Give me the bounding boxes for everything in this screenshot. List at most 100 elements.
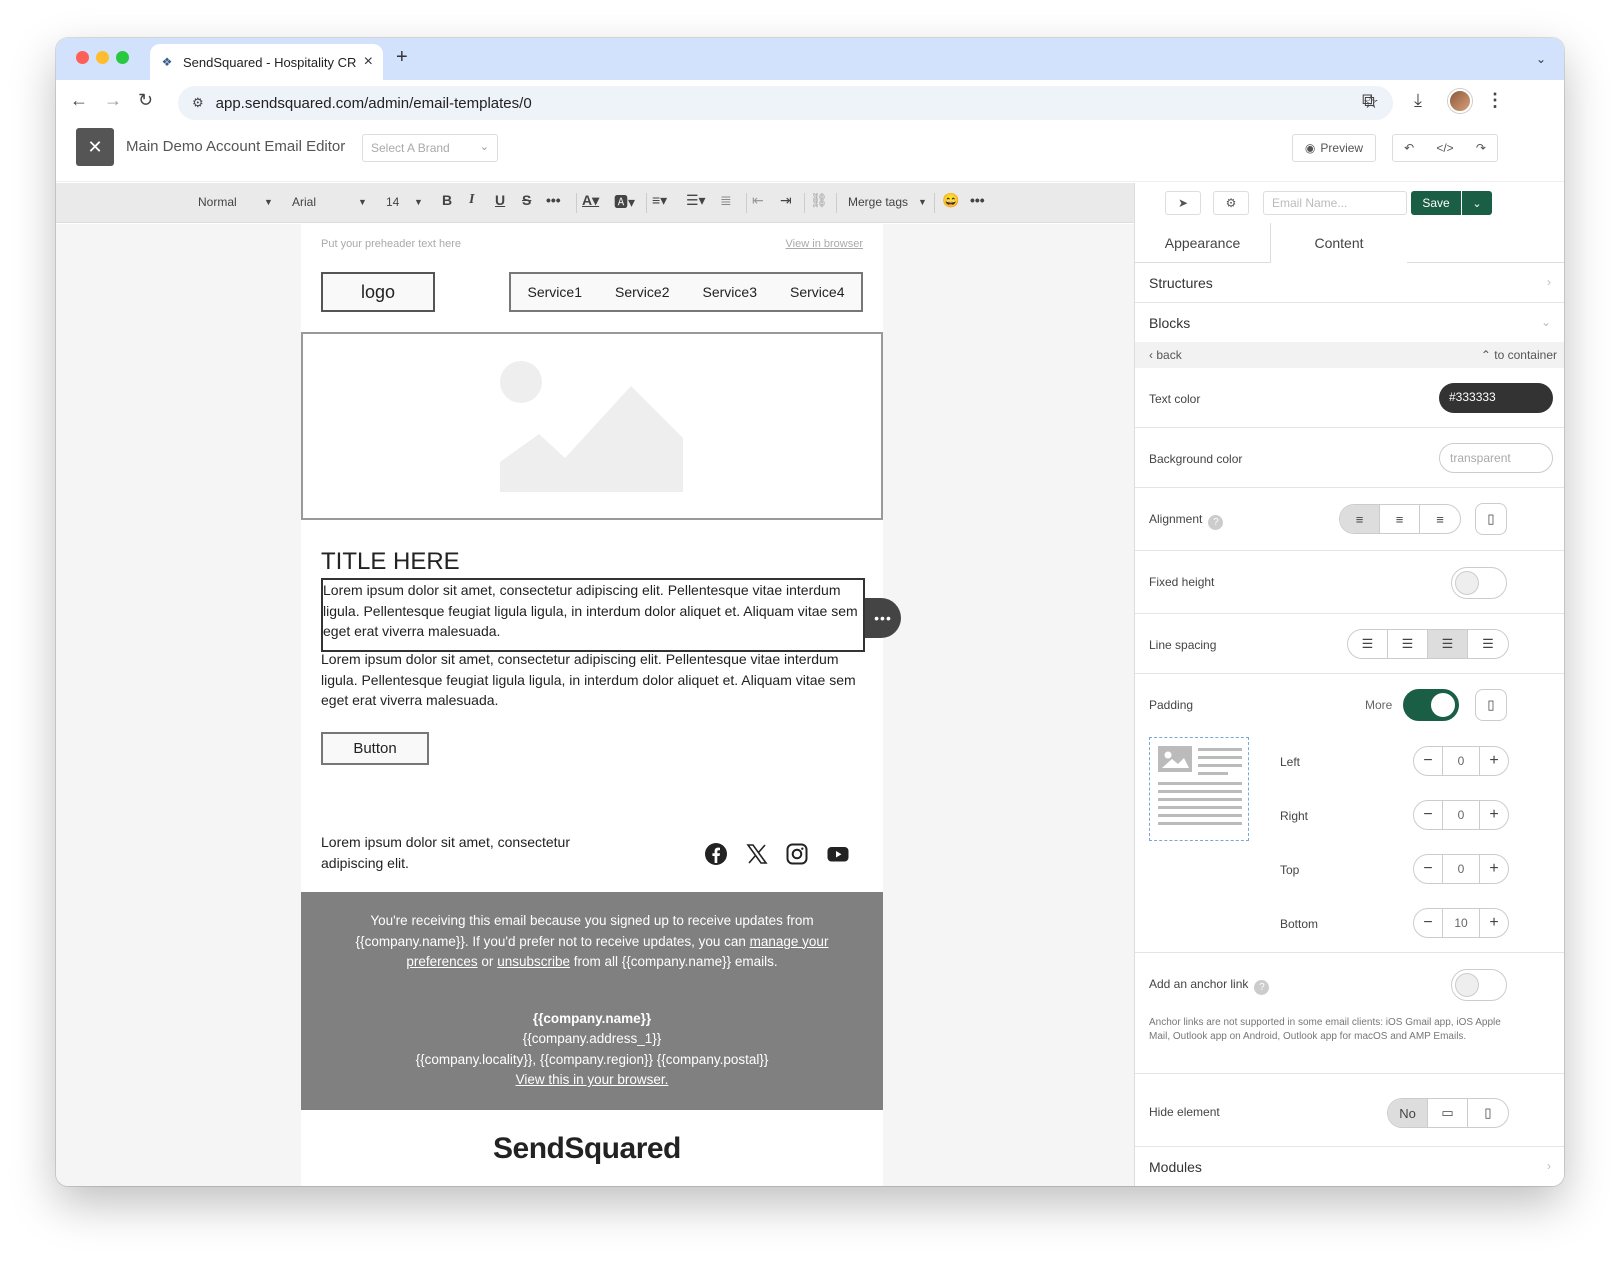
view-in-browser-link[interactable]: View in browser bbox=[786, 238, 863, 250]
plus-icon[interactable]: + bbox=[1480, 860, 1508, 878]
view-this-in-browser-link[interactable]: View this in your browser. bbox=[516, 1072, 669, 1087]
padding-right-value[interactable]: 0 bbox=[1442, 801, 1480, 829]
maximize-window-button[interactable] bbox=[116, 51, 129, 64]
outdent-icon[interactable]: ⇤ bbox=[752, 192, 764, 209]
bold-icon[interactable]: B bbox=[442, 192, 452, 208]
back-arrow-icon[interactable]: ← bbox=[70, 90, 88, 111]
minimize-window-button[interactable] bbox=[96, 51, 109, 64]
code-icon[interactable]: </> bbox=[1436, 141, 1453, 155]
merge-tags-dropdown-icon[interactable]: ▼ bbox=[918, 197, 927, 207]
extensions-icon[interactable]: ⧉ bbox=[1362, 90, 1375, 111]
paragraph-style-select[interactable]: Normal bbox=[198, 195, 237, 209]
minus-icon[interactable]: − bbox=[1414, 752, 1442, 770]
align-left-icon[interactable]: ≡ bbox=[1340, 505, 1380, 533]
tab-appearance[interactable]: Appearance bbox=[1135, 223, 1271, 263]
desktop-icon[interactable]: ▭ bbox=[1428, 1099, 1468, 1127]
padding-left-value[interactable]: 0 bbox=[1442, 747, 1480, 775]
align-icon[interactable]: ≡▾ bbox=[652, 192, 667, 209]
unsubscribe-link[interactable]: unsubscribe bbox=[497, 954, 570, 969]
forward-arrow-icon[interactable]: → bbox=[104, 90, 122, 111]
link-icon[interactable]: ⛓ bbox=[810, 192, 828, 209]
email-title[interactable]: TITLE HERE bbox=[321, 548, 460, 576]
more-formatting-icon[interactable]: ••• bbox=[546, 192, 561, 208]
preview-button[interactable]: ◉ Preview bbox=[1292, 134, 1376, 162]
plus-icon[interactable]: + bbox=[1480, 806, 1508, 824]
tab-search-chevron-icon[interactable]: ⌄ bbox=[1528, 46, 1554, 72]
minus-icon[interactable]: − bbox=[1414, 806, 1442, 824]
indent-icon[interactable]: ⇥ bbox=[780, 192, 792, 209]
back-button[interactable]: ‹ back bbox=[1149, 348, 1182, 362]
line-spacing-medium-icon[interactable]: ☰ bbox=[1428, 630, 1468, 658]
padding-more-toggle[interactable] bbox=[1403, 689, 1459, 721]
save-button[interactable]: Save bbox=[1411, 191, 1461, 215]
hero-image-placeholder[interactable] bbox=[301, 332, 883, 520]
menu-item-service1[interactable]: Service1 bbox=[528, 284, 582, 300]
font-dropdown-icon[interactable]: ▼ bbox=[358, 197, 367, 207]
blocks-section[interactable]: Blocks ⌄ bbox=[1135, 303, 1564, 343]
merge-tags-select[interactable]: Merge tags bbox=[848, 195, 908, 209]
browser-tab[interactable]: ❖ SendSquared - Hospitality CR × bbox=[150, 44, 383, 80]
italic-icon[interactable]: I bbox=[469, 192, 474, 208]
fixed-height-toggle[interactable] bbox=[1451, 567, 1507, 599]
text-color-picker[interactable]: #333333 bbox=[1439, 383, 1553, 413]
menu-item-service2[interactable]: Service2 bbox=[615, 284, 669, 300]
align-right-icon[interactable]: ≡ bbox=[1420, 505, 1460, 533]
line-spacing-tight-icon[interactable]: ☰ bbox=[1348, 630, 1388, 658]
close-window-button[interactable] bbox=[76, 51, 89, 64]
block-more-button[interactable]: ••• bbox=[865, 598, 901, 638]
preheader-text[interactable]: Put your preheader text here bbox=[321, 238, 461, 250]
facebook-icon[interactable] bbox=[704, 842, 728, 866]
save-options-chevron-icon[interactable]: ⌄ bbox=[1462, 191, 1492, 215]
list-icon[interactable]: ☰▾ bbox=[686, 192, 706, 209]
kebab-menu-icon[interactable]: ⋮ bbox=[1486, 90, 1504, 111]
mobile-icon[interactable]: ▯ bbox=[1468, 1099, 1508, 1127]
youtube-icon[interactable] bbox=[826, 842, 850, 866]
mobile-device-icon[interactable]: ▯ bbox=[1475, 503, 1507, 535]
site-settings-icon[interactable]: ⚙ bbox=[192, 95, 204, 111]
line-spacing-normal-icon[interactable]: ☰ bbox=[1388, 630, 1428, 658]
text-block[interactable]: Lorem ipsum dolor sit amet, consectetur … bbox=[321, 649, 865, 711]
help-icon[interactable]: ? bbox=[1208, 515, 1224, 530]
send-test-icon[interactable]: ➤ bbox=[1165, 191, 1201, 215]
help-icon[interactable]: ? bbox=[1254, 980, 1270, 995]
close-tab-icon[interactable]: × bbox=[364, 53, 373, 71]
more-options-icon[interactable]: ••• bbox=[970, 192, 985, 208]
footer-text[interactable]: Lorem ipsum dolor sit amet, consectetur … bbox=[321, 832, 581, 873]
structures-section[interactable]: Structures › bbox=[1135, 263, 1564, 303]
highlight-color-icon[interactable]: 🅰▾ bbox=[614, 192, 635, 212]
settings-gear-icon[interactable]: ⚙ bbox=[1213, 191, 1249, 215]
tab-content[interactable]: Content bbox=[1271, 223, 1407, 263]
to-container-button[interactable]: ⌃ to container bbox=[1481, 348, 1557, 362]
profile-avatar[interactable] bbox=[1448, 89, 1472, 113]
menu-item-service4[interactable]: Service4 bbox=[790, 284, 844, 300]
email-button[interactable]: Button bbox=[321, 732, 429, 765]
new-tab-icon[interactable]: + bbox=[396, 46, 408, 69]
padding-top-value[interactable]: 0 bbox=[1442, 855, 1480, 883]
email-name-input[interactable]: Email Name... bbox=[1263, 191, 1407, 215]
padding-bottom-value[interactable]: 10 bbox=[1442, 909, 1480, 937]
address-bar[interactable]: ⚙ app.sendsquared.com/admin/email-templa… bbox=[178, 86, 1393, 120]
line-spacing-wide-icon[interactable]: ☰ bbox=[1468, 630, 1508, 658]
logo-placeholder[interactable]: logo bbox=[321, 272, 435, 312]
download-icon[interactable]: ⤓ bbox=[1414, 90, 1422, 111]
align-center-icon[interactable]: ≡ bbox=[1380, 505, 1420, 533]
text-color-icon[interactable]: A▾ bbox=[582, 192, 599, 209]
undo-icon[interactable]: ↶ bbox=[1404, 141, 1414, 155]
hide-no-option[interactable]: No bbox=[1388, 1099, 1428, 1127]
reload-icon[interactable]: ↻ bbox=[138, 90, 153, 111]
instagram-icon[interactable] bbox=[785, 842, 809, 866]
redo-icon[interactable]: ↷ bbox=[1476, 141, 1486, 155]
paragraph-format-icon[interactable]: ≣ bbox=[720, 192, 732, 209]
menu-item-service3[interactable]: Service3 bbox=[703, 284, 757, 300]
x-twitter-icon[interactable] bbox=[745, 842, 769, 866]
minus-icon[interactable]: − bbox=[1414, 914, 1442, 932]
background-color-picker[interactable]: transparent bbox=[1439, 443, 1553, 473]
strikethrough-icon[interactable]: S bbox=[522, 192, 531, 208]
minus-icon[interactable]: − bbox=[1414, 860, 1442, 878]
underline-icon[interactable]: U bbox=[495, 192, 505, 208]
plus-icon[interactable]: + bbox=[1480, 914, 1508, 932]
size-dropdown-icon[interactable]: ▼ bbox=[414, 197, 423, 207]
style-dropdown-icon[interactable]: ▼ bbox=[264, 197, 273, 207]
close-editor-button[interactable]: ✕ bbox=[76, 128, 114, 166]
emoji-icon[interactable]: 😄 bbox=[942, 192, 959, 209]
